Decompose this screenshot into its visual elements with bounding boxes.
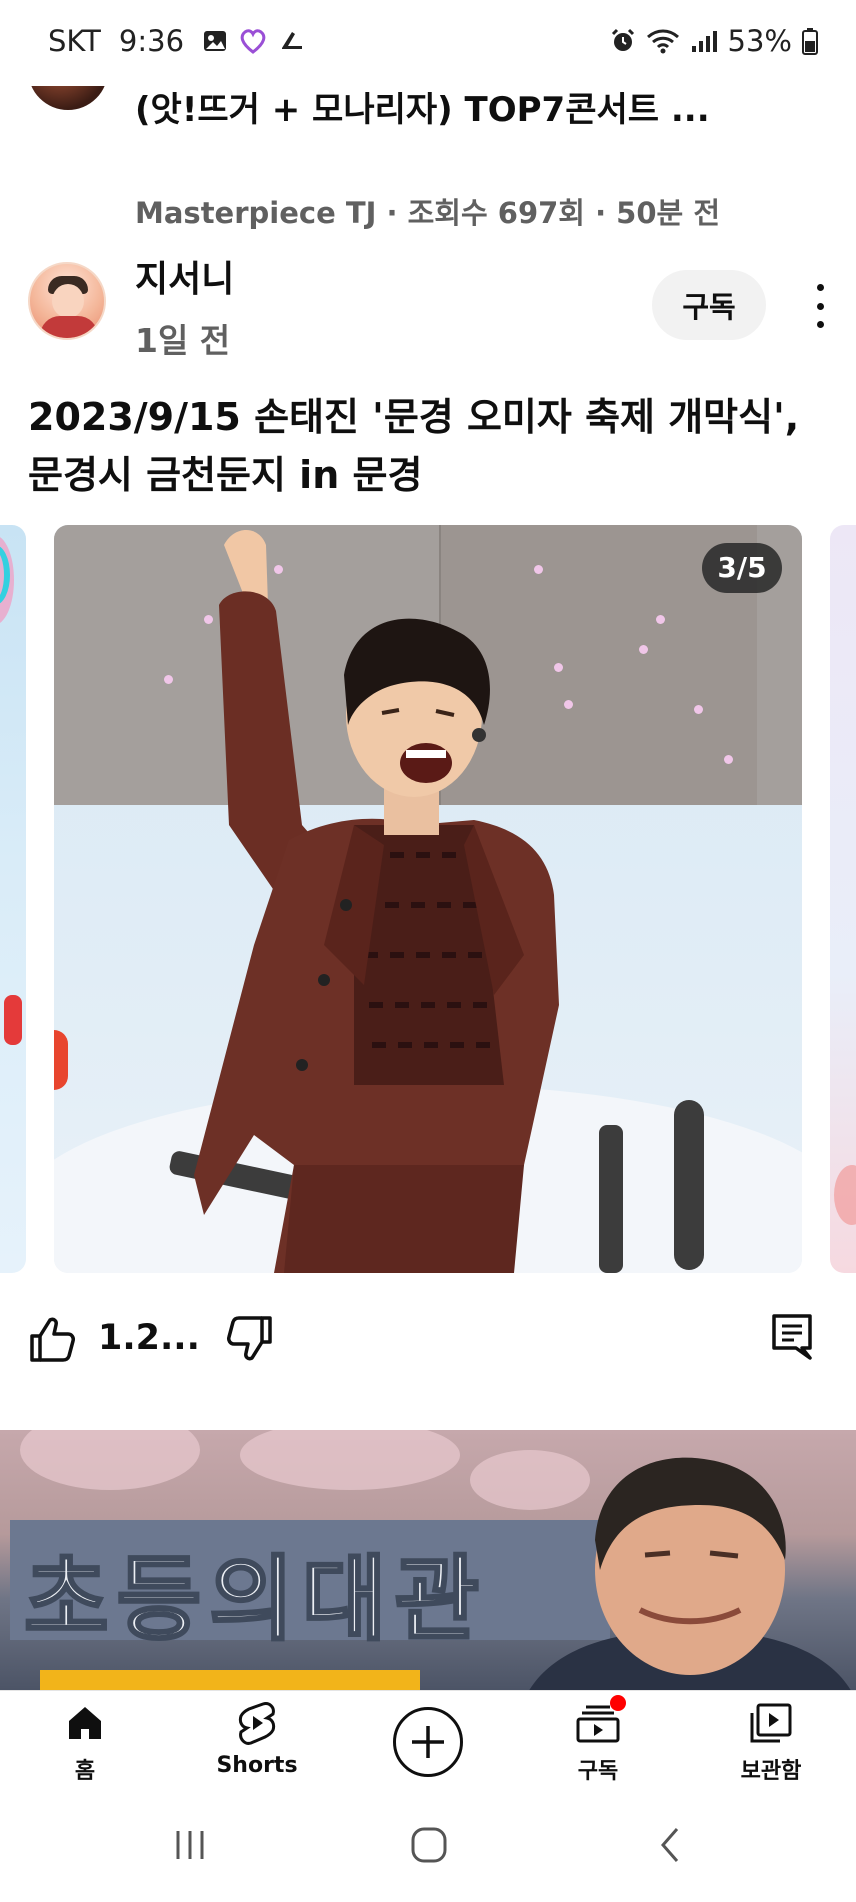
post-image-carousel[interactable]: 3/5 <box>0 525 856 1273</box>
home-icon <box>69 1707 101 1739</box>
signal-icon <box>691 31 717 52</box>
status-right: 53% <box>610 24 818 58</box>
comment-icon[interactable] <box>770 1312 814 1362</box>
recent-apps-icon <box>176 1831 204 1859</box>
channel-avatar[interactable] <box>28 262 106 340</box>
nav-home-label: 홈 <box>74 1759 96 1784</box>
bottom-navigation: 홈 Shorts 구독 보관함 <box>0 1690 856 1790</box>
dislike-icon[interactable] <box>226 1314 274 1364</box>
prev-video-title[interactable]: (앗!뜨거 + 모나리자) TOP7콘서트 ... <box>135 82 710 131</box>
channel-name[interactable]: 지서니 <box>135 250 234 302</box>
post-time: 1일 전 <box>135 321 231 360</box>
skate-icon <box>282 32 303 49</box>
like-icon[interactable] <box>28 1314 76 1364</box>
heart-app-icon <box>240 29 266 54</box>
wifi-icon <box>646 29 679 54</box>
system-navigation-bar <box>0 1790 856 1902</box>
prev-carousel-image[interactable] <box>0 525 26 1273</box>
battery-percent: 53% <box>727 24 792 58</box>
notification-icons <box>202 28 306 54</box>
post-text: 2023/9/15 손태진 '문경 오미자 축제 개막식', 문경시 금천둔지 … <box>28 395 800 497</box>
next-carousel-image[interactable] <box>830 525 856 1273</box>
home-system-button[interactable] <box>399 1820 459 1870</box>
alarm-icon <box>611 28 634 51</box>
status-left: SKT 9:36 <box>48 24 306 58</box>
home-system-icon <box>411 1827 447 1863</box>
clock: 9:36 <box>118 24 185 58</box>
thumbnail-person <box>529 1457 851 1690</box>
nav-home[interactable]: 홈 <box>10 1701 160 1787</box>
community-post-header: 지서니 1일 전 구독 <box>0 250 856 360</box>
notification-dot <box>610 1695 626 1711</box>
image-counter-badge: 3/5 <box>702 543 782 593</box>
battery-icon <box>802 28 818 55</box>
subscribe-button[interactable]: 구독 <box>652 270 766 340</box>
post-image[interactable]: 3/5 <box>54 525 802 1273</box>
prev-video-meta: Masterpiece TJ · 조회수 697회 · 50분 전 <box>135 196 720 230</box>
recent-apps-button[interactable] <box>160 1820 220 1870</box>
performer-figure <box>194 530 559 1273</box>
carrier-label: SKT <box>48 24 101 58</box>
back-button[interactable] <box>640 1820 700 1870</box>
create-icon <box>412 1726 444 1758</box>
nav-subscriptions-label: 구독 <box>577 1759 619 1784</box>
back-icon <box>661 1828 679 1862</box>
next-video-thumbnail[interactable]: 초등의대관 <box>0 1430 856 1690</box>
nav-shorts-label: Shorts <box>216 1753 298 1778</box>
thumbnail-sign-text: 초등의대관 <box>22 1545 488 1655</box>
gallery-icon <box>204 31 227 51</box>
create-button[interactable] <box>393 1707 463 1777</box>
nav-subscriptions[interactable]: 구독 <box>523 1695 673 1787</box>
shorts-icon <box>238 1702 276 1745</box>
nav-library[interactable]: 보관함 <box>696 1701 846 1787</box>
nav-shorts[interactable]: Shorts <box>182 1701 332 1787</box>
nav-library-label: 보관함 <box>740 1759 802 1784</box>
more-options-icon[interactable] <box>806 278 834 334</box>
library-icon <box>750 1703 792 1743</box>
status-bar: SKT 9:36 53% <box>0 0 856 86</box>
post-actions: 1.2... <box>0 1308 856 1376</box>
like-count: 1.2... <box>98 1318 200 1358</box>
